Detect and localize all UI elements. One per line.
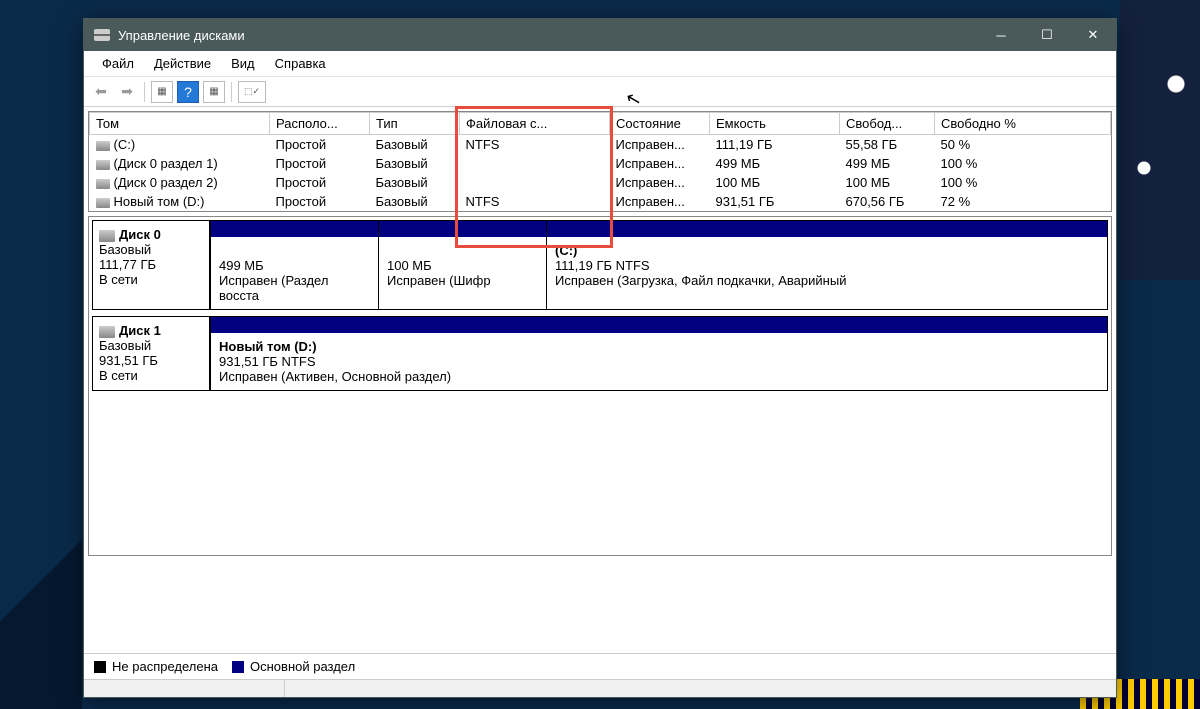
volume-cell: 100 %	[935, 173, 1111, 192]
volume-icon	[96, 198, 110, 208]
volume-cell: Простой	[270, 192, 370, 211]
volume-cell: 100 МБ	[710, 173, 840, 192]
settings-button[interactable]: ⬚✓	[238, 81, 266, 103]
partition[interactable]: Новый том (D:)931,51 ГБ NTFSИсправен (Ак…	[211, 317, 1107, 390]
volume-row[interactable]: Новый том (D:)ПростойБазовыйNTFSИсправен…	[90, 192, 1111, 211]
back-button[interactable]: ⬅	[90, 81, 112, 103]
volume-cell: 499 МБ	[710, 154, 840, 173]
volume-cell: 111,19 ГБ	[710, 135, 840, 155]
volume-cell	[460, 173, 610, 192]
volume-row[interactable]: (Диск 0 раздел 1)ПростойБазовый Исправен.…	[90, 154, 1111, 173]
help-button[interactable]: ?	[177, 81, 199, 103]
partition[interactable]: 100 МБИсправен (Шифр	[379, 221, 547, 309]
partition-stripe	[379, 221, 546, 237]
volume-cell: 100 МБ	[840, 173, 935, 192]
volume-cell: 50 %	[935, 135, 1111, 155]
column-header[interactable]: Емкость	[710, 113, 840, 135]
volume-cell: Исправен...	[610, 154, 710, 173]
partition-body: 100 МБИсправен (Шифр	[379, 237, 546, 309]
volume-list: ТомРасполо...ТипФайловая с...СостояниеЕм…	[88, 111, 1112, 212]
disk-icon	[99, 326, 115, 338]
toolbar: ⬅ ➡ ▦ ? ▦ ⬚✓	[84, 77, 1116, 107]
legend-unallocated-label: Не распределена	[112, 659, 218, 674]
column-header[interactable]: Свобод...	[840, 113, 935, 135]
volume-cell: Базовый	[370, 135, 460, 155]
legend-primary-icon	[232, 661, 244, 673]
partition-body: Новый том (D:)931,51 ГБ NTFSИсправен (Ак…	[211, 333, 1107, 390]
volume-cell: (Диск 0 раздел 2)	[90, 173, 270, 192]
column-header[interactable]: Том	[90, 113, 270, 135]
volume-cell: Исправен...	[610, 192, 710, 211]
volume-row[interactable]: (Диск 0 раздел 2)ПростойБазовый Исправен.…	[90, 173, 1111, 192]
volume-cell: Базовый	[370, 192, 460, 211]
column-header[interactable]: Файловая с...	[460, 113, 610, 135]
volume-cell: 931,51 ГБ	[710, 192, 840, 211]
volume-cell: 72 %	[935, 192, 1111, 211]
properties-button[interactable]: ▦	[151, 81, 173, 103]
column-header[interactable]: Располо...	[270, 113, 370, 135]
refresh-button[interactable]: ▦	[203, 81, 225, 103]
partition[interactable]: 499 МБИсправен (Раздел восста	[211, 221, 379, 309]
menubar: Файл Действие Вид Справка	[84, 51, 1116, 77]
volume-cell: 100 %	[935, 154, 1111, 173]
disk-info[interactable]: Диск 0Базовый111,77 ГБВ сети	[92, 220, 210, 310]
disk-row: Диск 0Базовый111,77 ГБВ сети499 МБИсправ…	[92, 220, 1108, 310]
disk-graphical-view: Диск 0Базовый111,77 ГБВ сети499 МБИсправ…	[88, 216, 1112, 556]
partition-stripe	[211, 317, 1107, 333]
window-title: Управление дисками	[118, 28, 245, 43]
column-header[interactable]: Тип	[370, 113, 460, 135]
volume-cell: (C:)	[90, 135, 270, 155]
partition[interactable]: (C:)111,19 ГБ NTFSИсправен (Загрузка, Фа…	[547, 221, 1107, 309]
partition-container: Новый том (D:)931,51 ГБ NTFSИсправен (Ак…	[210, 316, 1108, 391]
menu-help[interactable]: Справка	[265, 53, 336, 74]
titlebar[interactable]: Управление дисками ─ ☐ ✕	[84, 19, 1116, 51]
column-header[interactable]: Состояние	[610, 113, 710, 135]
volume-icon	[96, 179, 110, 189]
partition-container: 499 МБИсправен (Раздел восста100 МБИспра…	[210, 220, 1108, 310]
volume-cell: Простой	[270, 154, 370, 173]
partition-body: 499 МБИсправен (Раздел восста	[211, 237, 378, 309]
volume-cell: (Диск 0 раздел 1)	[90, 154, 270, 173]
partition-stripe	[211, 221, 378, 237]
volume-row[interactable]: (C:)ПростойБазовыйNTFSИсправен...111,19 …	[90, 135, 1111, 155]
volume-cell: Базовый	[370, 154, 460, 173]
partition-body: (C:)111,19 ГБ NTFSИсправен (Загрузка, Фа…	[547, 237, 1107, 309]
disk-icon	[99, 230, 115, 242]
volume-cell: Новый том (D:)	[90, 192, 270, 211]
column-header[interactable]: Свободно %	[935, 113, 1111, 135]
volume-cell: Базовый	[370, 173, 460, 192]
volume-cell: NTFS	[460, 192, 610, 211]
volume-cell: Простой	[270, 135, 370, 155]
volume-cell: 55,58 ГБ	[840, 135, 935, 155]
volume-icon	[96, 160, 110, 170]
menu-view[interactable]: Вид	[221, 53, 265, 74]
volume-cell: Простой	[270, 173, 370, 192]
volume-cell: 670,56 ГБ	[840, 192, 935, 211]
volume-cell: Исправен...	[610, 135, 710, 155]
disk-management-window: Управление дисками ─ ☐ ✕ Файл Действие В…	[83, 18, 1117, 698]
menu-file[interactable]: Файл	[92, 53, 144, 74]
volume-icon	[96, 141, 110, 151]
legend-unallocated-icon	[94, 661, 106, 673]
minimize-button[interactable]: ─	[978, 19, 1024, 51]
volume-cell: Исправен...	[610, 173, 710, 192]
disk-info[interactable]: Диск 1Базовый931,51 ГБВ сети	[92, 316, 210, 391]
legend: Не распределена Основной раздел	[84, 653, 1116, 679]
app-icon	[94, 29, 110, 41]
partition-stripe	[547, 221, 1107, 237]
menu-action[interactable]: Действие	[144, 53, 221, 74]
maximize-button[interactable]: ☐	[1024, 19, 1070, 51]
forward-button[interactable]: ➡	[116, 81, 138, 103]
legend-primary-label: Основной раздел	[250, 659, 355, 674]
volume-cell: 499 МБ	[840, 154, 935, 173]
statusbar	[84, 679, 1116, 697]
volume-cell	[460, 154, 610, 173]
disk-row: Диск 1Базовый931,51 ГБВ сетиНовый том (D…	[92, 316, 1108, 391]
volume-cell: NTFS	[460, 135, 610, 155]
close-button[interactable]: ✕	[1070, 19, 1116, 51]
